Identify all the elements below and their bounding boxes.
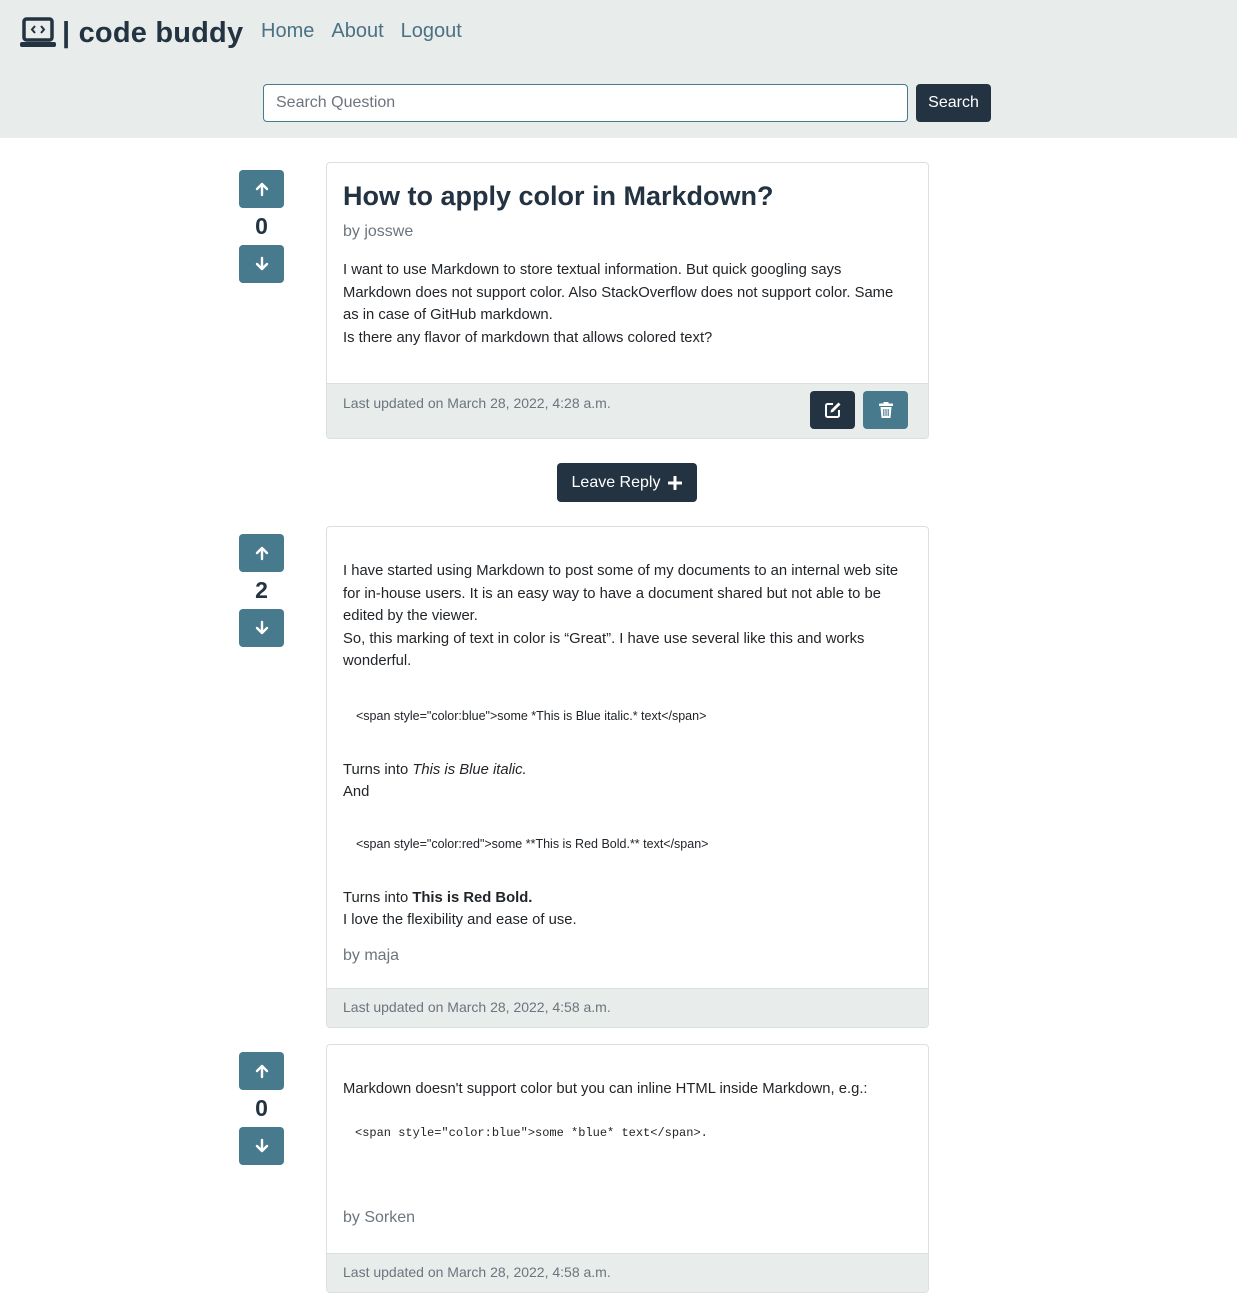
answer-body-line: wonderful. [343, 653, 412, 669]
answer-vote-controls: 2 [239, 534, 284, 647]
code-snippet: <span style="color:blue">some *This is B… [356, 708, 707, 723]
question-title: How to apply color in Markdown? [343, 181, 774, 211]
question-footer: Last updated on March 28, 2022, 4:28 a.m… [327, 383, 928, 438]
turns-into-text: Turns into [343, 889, 413, 906]
question-author: by josswe [343, 223, 414, 240]
downvote-button[interactable] [239, 609, 284, 647]
trash-icon [878, 402, 893, 418]
upvote-button[interactable] [239, 534, 284, 572]
edit-question-button[interactable] [810, 391, 855, 429]
answer-body-line: Markdown doesn't support color but you c… [343, 1081, 868, 1097]
question-body-line: Is there any flavor of markdown that all… [343, 329, 713, 346]
answer-body-line: I have started using Markdown to post so… [343, 563, 899, 579]
search-button[interactable]: Search [916, 84, 991, 122]
answer-body-line: Turns into This is Red Bold. [343, 887, 912, 910]
downvote-button[interactable] [239, 1127, 284, 1165]
bold-example: This is Red Bold. [412, 889, 533, 906]
plus-icon [668, 475, 683, 490]
answer-body-line: And [343, 784, 370, 800]
vote-count: 0 [255, 1095, 268, 1121]
italic-example: This is Blue italic. [412, 761, 527, 778]
leave-reply-button[interactable]: Leave Reply [557, 463, 697, 502]
arrow-up-icon [255, 1064, 268, 1079]
brand-name: | code buddy [62, 16, 244, 49]
edit-icon [824, 402, 840, 418]
vote-count: 2 [255, 577, 268, 603]
question-card: How to apply color in Markdown? by jossw… [326, 162, 929, 439]
question-body-line: I want to use Markdown to store textual … [343, 262, 842, 278]
arrow-down-icon [255, 1138, 268, 1153]
answer-footer: Last updated on March 28, 2022, 4:58 a.m… [327, 988, 928, 1027]
code-snippet: <span style="color:red">some **This is R… [356, 836, 709, 851]
answer-body-line: edited by the viewer. [343, 608, 478, 624]
answer-vote-controls: 0 [239, 1052, 284, 1165]
question-vote-controls: 0 [239, 170, 284, 283]
answer-author: by maja [343, 946, 400, 964]
nav-logout-link[interactable]: Logout [401, 20, 462, 43]
header: | code buddy Home About Logout Search [0, 0, 1237, 138]
brand[interactable]: | code buddy [20, 16, 243, 50]
answer-body-line: Turns into This is Blue italic. [343, 759, 912, 782]
answer-body-line: I love the flexibility and ease of use. [343, 912, 577, 928]
search-input[interactable] [263, 84, 908, 122]
laptop-code-icon [20, 16, 56, 50]
answer-card: Markdown doesn't support color but you c… [326, 1044, 929, 1293]
answer-author: by Sorken [343, 1208, 416, 1226]
arrow-up-icon [255, 182, 268, 197]
leave-reply-label: Leave Reply [571, 473, 661, 491]
nav-home-link[interactable]: Home [261, 20, 314, 43]
question-body-line: Markdown does not support color. Also St… [343, 284, 894, 301]
upvote-button[interactable] [239, 170, 284, 208]
answer-body: I have started using Markdown to post so… [343, 560, 912, 673]
question-body: I want to use Markdown to store textual … [343, 259, 912, 349]
last-updated: Last updated on March 28, 2022, 4:58 a.m… [343, 999, 611, 1015]
question-body-line: as in case of GitHub markdown. [343, 307, 553, 323]
upvote-button[interactable] [239, 1052, 284, 1090]
answer-body-line: for in-house users. It is an easy way to… [343, 585, 881, 602]
answer-footer: Last updated on March 28, 2022, 4:58 a.m… [327, 1253, 928, 1292]
vote-count: 0 [255, 213, 268, 239]
arrow-up-icon [255, 546, 268, 561]
downvote-button[interactable] [239, 245, 284, 283]
code-snippet: <span style="color:blue">some *blue* tex… [355, 1125, 708, 1140]
last-updated: Last updated on March 28, 2022, 4:58 a.m… [343, 1264, 611, 1280]
answer-card: I have started using Markdown to post so… [326, 526, 929, 1028]
delete-question-button[interactable] [863, 391, 908, 429]
arrow-down-icon [255, 620, 268, 635]
turns-into-text: Turns into [343, 761, 413, 778]
answer-body-line: So, this marking of text in color is “Gr… [343, 630, 865, 647]
nav-about-link[interactable]: About [331, 20, 383, 43]
main-nav: Home About Logout [261, 20, 479, 43]
arrow-down-icon [255, 256, 268, 271]
